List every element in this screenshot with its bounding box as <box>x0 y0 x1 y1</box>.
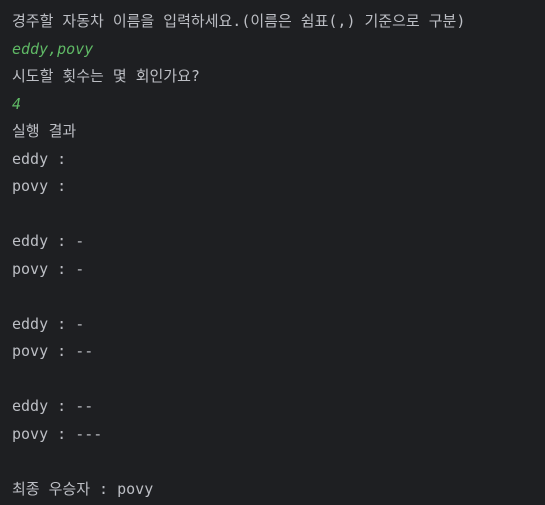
console-line-winner: 최종 우승자 : povy <box>12 479 154 498</box>
console-line-round2-povy: povy : - <box>12 259 85 278</box>
console-line-round1-eddy: eddy : <box>12 149 76 168</box>
console-line-input-count: 4 <box>12 94 22 113</box>
console-line-prompt-count: 시도할 횟수는 몇 회인가요? <box>12 67 200 85</box>
console-output[interactable]: 경주할 자동차 이름을 입력하세요.(이름은 쉼표(,) 기준으로 구분) ed… <box>0 0 545 505</box>
console-line-round2-eddy: eddy : - <box>12 232 85 250</box>
console-line-round3-povy: povy : -- <box>12 342 94 360</box>
console-line-round3-eddy: eddy : - <box>12 314 85 333</box>
console-line-round4-eddy: eddy : -- <box>12 397 94 415</box>
console-line-result-header: 실행 결과 <box>12 122 77 140</box>
console-line-round1-povy: povy : <box>12 177 76 195</box>
console-line-round4-povy: povy : --- <box>12 424 103 443</box>
console-line-input-names: eddy,povy <box>12 39 94 58</box>
console-line-prompt-names: 경주할 자동차 이름을 입력하세요.(이름은 쉼표(,) 기준으로 구분) <box>12 12 466 30</box>
